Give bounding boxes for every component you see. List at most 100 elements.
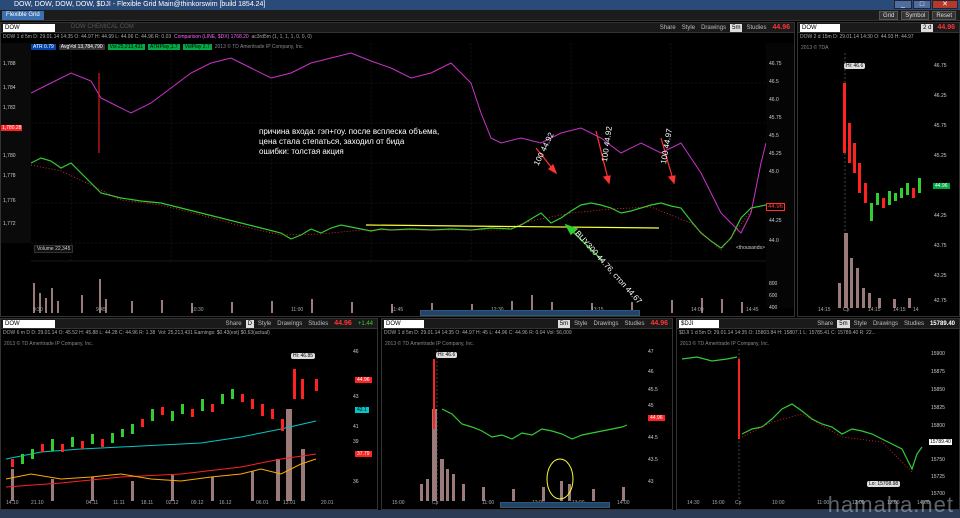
time-tick: 11.11 bbox=[113, 500, 125, 506]
main-price-chart[interactable] bbox=[31, 43, 766, 313]
style-button[interactable]: Style bbox=[572, 320, 589, 328]
note-line: цена стала степаться, заходил от бида bbox=[259, 137, 405, 146]
time-axis: 14.10 21.10 04.11 11.11 18.11 02.12 09.1… bbox=[1, 500, 377, 509]
axis-tick: 43.25 bbox=[934, 273, 947, 279]
horizontal-scrollbar[interactable] bbox=[420, 310, 640, 316]
time-tick: 06.01 bbox=[256, 500, 269, 506]
axis-tick: 46.75 bbox=[934, 63, 947, 69]
left-axis-price-tag: 1,780.28 bbox=[1, 125, 23, 131]
style-button[interactable]: Style bbox=[256, 320, 273, 328]
index-chart-panel: $DJI Share 5m Style Drawings Studies 157… bbox=[676, 318, 960, 510]
share-button[interactable]: Share bbox=[658, 24, 678, 32]
horizontal-scrollbar[interactable] bbox=[500, 502, 610, 508]
studies-button[interactable]: Studies bbox=[622, 320, 646, 328]
style-button[interactable]: Style bbox=[680, 24, 697, 32]
quote-extra: Vol: 25,213,431 Earnings: $0.43(est) $0.… bbox=[158, 330, 270, 336]
axis-tick: 43 bbox=[353, 394, 359, 400]
note-line: ошибки: толстая акция bbox=[259, 147, 344, 156]
price-tag: 44.96 bbox=[648, 415, 665, 421]
axis-tick: 15725 bbox=[931, 474, 945, 480]
share-button[interactable]: Share bbox=[815, 320, 835, 328]
time-tick: 04.11 bbox=[86, 500, 99, 506]
symbol-input[interactable]: DOW bbox=[3, 24, 55, 32]
time-tick: 02.12 bbox=[166, 500, 179, 506]
symbol-input[interactable]: DOW bbox=[3, 320, 55, 328]
tab-flexible-grid[interactable]: Flexible Grid bbox=[2, 11, 44, 20]
time-tick: 9:45 bbox=[96, 307, 106, 313]
timeframe-button[interactable]: D bbox=[245, 320, 254, 328]
style-button[interactable]: Style bbox=[852, 320, 869, 328]
quote-text: DOW 1 d 5m D: 29.01.14 14:35 O: 44.97 H:… bbox=[3, 34, 172, 40]
quote-line: $DJI 1 d 5m D: 29.01.14 14:35 O: 15803.8… bbox=[679, 330, 876, 336]
minimize-button[interactable]: _ bbox=[894, 0, 912, 9]
axis-tick: 15750 bbox=[931, 457, 945, 463]
symbol-input[interactable]: $DJI bbox=[679, 320, 719, 328]
daily-price-chart[interactable] bbox=[798, 43, 933, 308]
time-tick: 10:00 bbox=[772, 500, 785, 506]
axis-tick: 39 bbox=[353, 439, 359, 445]
index-price-chart[interactable] bbox=[677, 349, 929, 501]
quote-line: DOW 6 m D D: 29.01.14 O: 45.52 H: 45.88 … bbox=[3, 330, 375, 338]
axis-tick: 46.5 bbox=[769, 79, 779, 85]
timeframe-button[interactable]: 5m bbox=[557, 320, 571, 328]
axis-tick: 42.75 bbox=[934, 298, 947, 304]
os-taskbar bbox=[0, 510, 960, 518]
intraday-chart-panel: DOW 5m Style Drawings Studies 44.96 DOW … bbox=[381, 318, 673, 510]
right-price-axis: 46.75 46.5 46.0 45.75 45.5 45.25 45.0 44… bbox=[766, 43, 794, 311]
share-button[interactable]: Share bbox=[224, 320, 244, 328]
left-axis: 1,788 1,784 1,782 1,780.28 1,780 1,778 1… bbox=[1, 43, 31, 243]
reset-button[interactable]: Reset bbox=[932, 11, 956, 20]
daily-chart-panel: DOW 2 d 44.96 DOW 2 d 15m D: 29.01.14 14… bbox=[797, 22, 960, 317]
studies-button[interactable]: Studies bbox=[744, 24, 768, 32]
time-tick: 11:00 bbox=[482, 500, 495, 506]
axis-tick: 43.75 bbox=[934, 243, 947, 249]
time-tick: 9:30 bbox=[33, 307, 43, 313]
left-axis-tick: 1,772 bbox=[3, 221, 16, 227]
drawings-button[interactable]: Drawings bbox=[871, 320, 900, 328]
drawings-button[interactable]: Drawings bbox=[275, 320, 304, 328]
axis-tick: 45.25 bbox=[769, 151, 782, 157]
close-button[interactable]: ✕ bbox=[932, 0, 958, 9]
left-axis-tick: 1,784 bbox=[3, 85, 16, 91]
intraday-price-chart[interactable] bbox=[382, 349, 646, 501]
time-tick: Cp bbox=[843, 307, 850, 313]
panel-buttons: Share Style Drawings 5m Studies 44.96 bbox=[658, 24, 792, 32]
grid-button[interactable]: Grid bbox=[878, 11, 899, 20]
copyright-text: 2013 © TD Ameritrade IP Company, Inc. bbox=[680, 341, 770, 347]
low-label: Lo: 15708.98 bbox=[867, 481, 901, 487]
axis-tick: 45.75 bbox=[934, 123, 947, 129]
drawings-button[interactable]: Drawings bbox=[591, 320, 620, 328]
studies-button[interactable]: Studies bbox=[902, 320, 926, 328]
timeframe-button[interactable]: 2 d bbox=[921, 24, 934, 32]
maximize-button[interactable]: □ bbox=[913, 0, 931, 9]
watermark: hamaha.net bbox=[827, 492, 954, 517]
panel-header: DOW DOW CHEMICAL COM Share Style Drawing… bbox=[1, 23, 794, 33]
drawings-button[interactable]: Drawings bbox=[699, 24, 728, 32]
panel-header: $DJI Share 5m Style Drawings Studies 157… bbox=[677, 319, 959, 329]
panel-header: DOW Share D Style Drawings Studies 44.96… bbox=[1, 319, 377, 329]
axis-tick: 46.25 bbox=[934, 93, 947, 99]
time-axis: 9:30 9:45 10:30 11:00 11:45 12:30 13:15 … bbox=[31, 307, 764, 316]
axis-tick: 46 bbox=[353, 349, 359, 355]
axis-tick: 45.5 bbox=[769, 133, 779, 139]
time-tick: 10:30 bbox=[191, 307, 204, 313]
axis-tick: 45.75 bbox=[769, 115, 782, 121]
timeframe-button[interactable]: 5m bbox=[837, 320, 850, 328]
price-tag: 15789.40 bbox=[929, 439, 952, 445]
symbol-input[interactable]: DOW bbox=[800, 24, 840, 32]
time-tick: 14:15 bbox=[893, 307, 906, 313]
last-price: 44.96 bbox=[334, 320, 352, 327]
axis-tick: 15900 bbox=[931, 351, 945, 357]
timeframe-button[interactable]: 5m bbox=[730, 24, 743, 32]
symbol-button[interactable]: Symbol bbox=[901, 11, 930, 20]
quote-line: DOW 2 d 15m D: 29.01.14 14:30 O: 44.93 H… bbox=[800, 34, 914, 40]
study-label: ac3rd5m (1, 1, 1, 1, 0, 0, 0) bbox=[251, 34, 312, 40]
studies-button[interactable]: Studies bbox=[306, 320, 330, 328]
axis-tick: 44.25 bbox=[934, 213, 947, 219]
last-price: 15789.40 bbox=[929, 321, 955, 327]
six-month-price-chart[interactable] bbox=[1, 349, 351, 501]
time-axis: 14:15 Cp 14:15 14:15 14 bbox=[798, 307, 959, 316]
symbol-input[interactable]: DOW bbox=[384, 320, 424, 328]
left-axis-tick: 1,788 bbox=[3, 61, 16, 67]
axis-tick: 15800 bbox=[931, 423, 945, 429]
